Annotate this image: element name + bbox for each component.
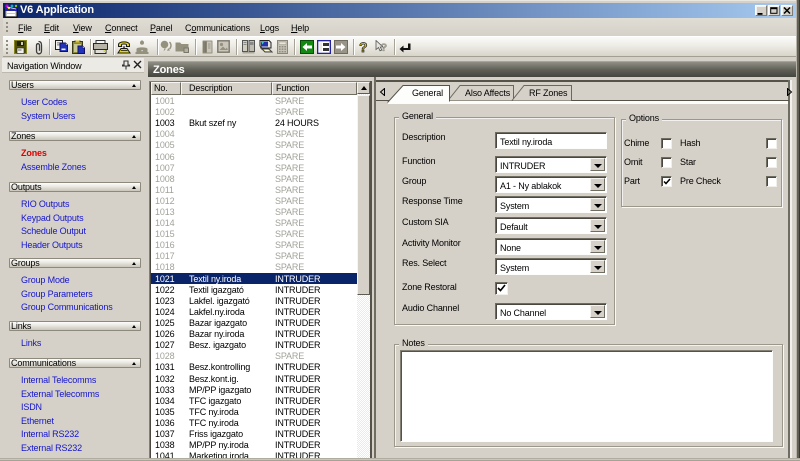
svg-text:?: ?	[359, 40, 367, 54]
svg-text:?: ?	[381, 42, 388, 54]
